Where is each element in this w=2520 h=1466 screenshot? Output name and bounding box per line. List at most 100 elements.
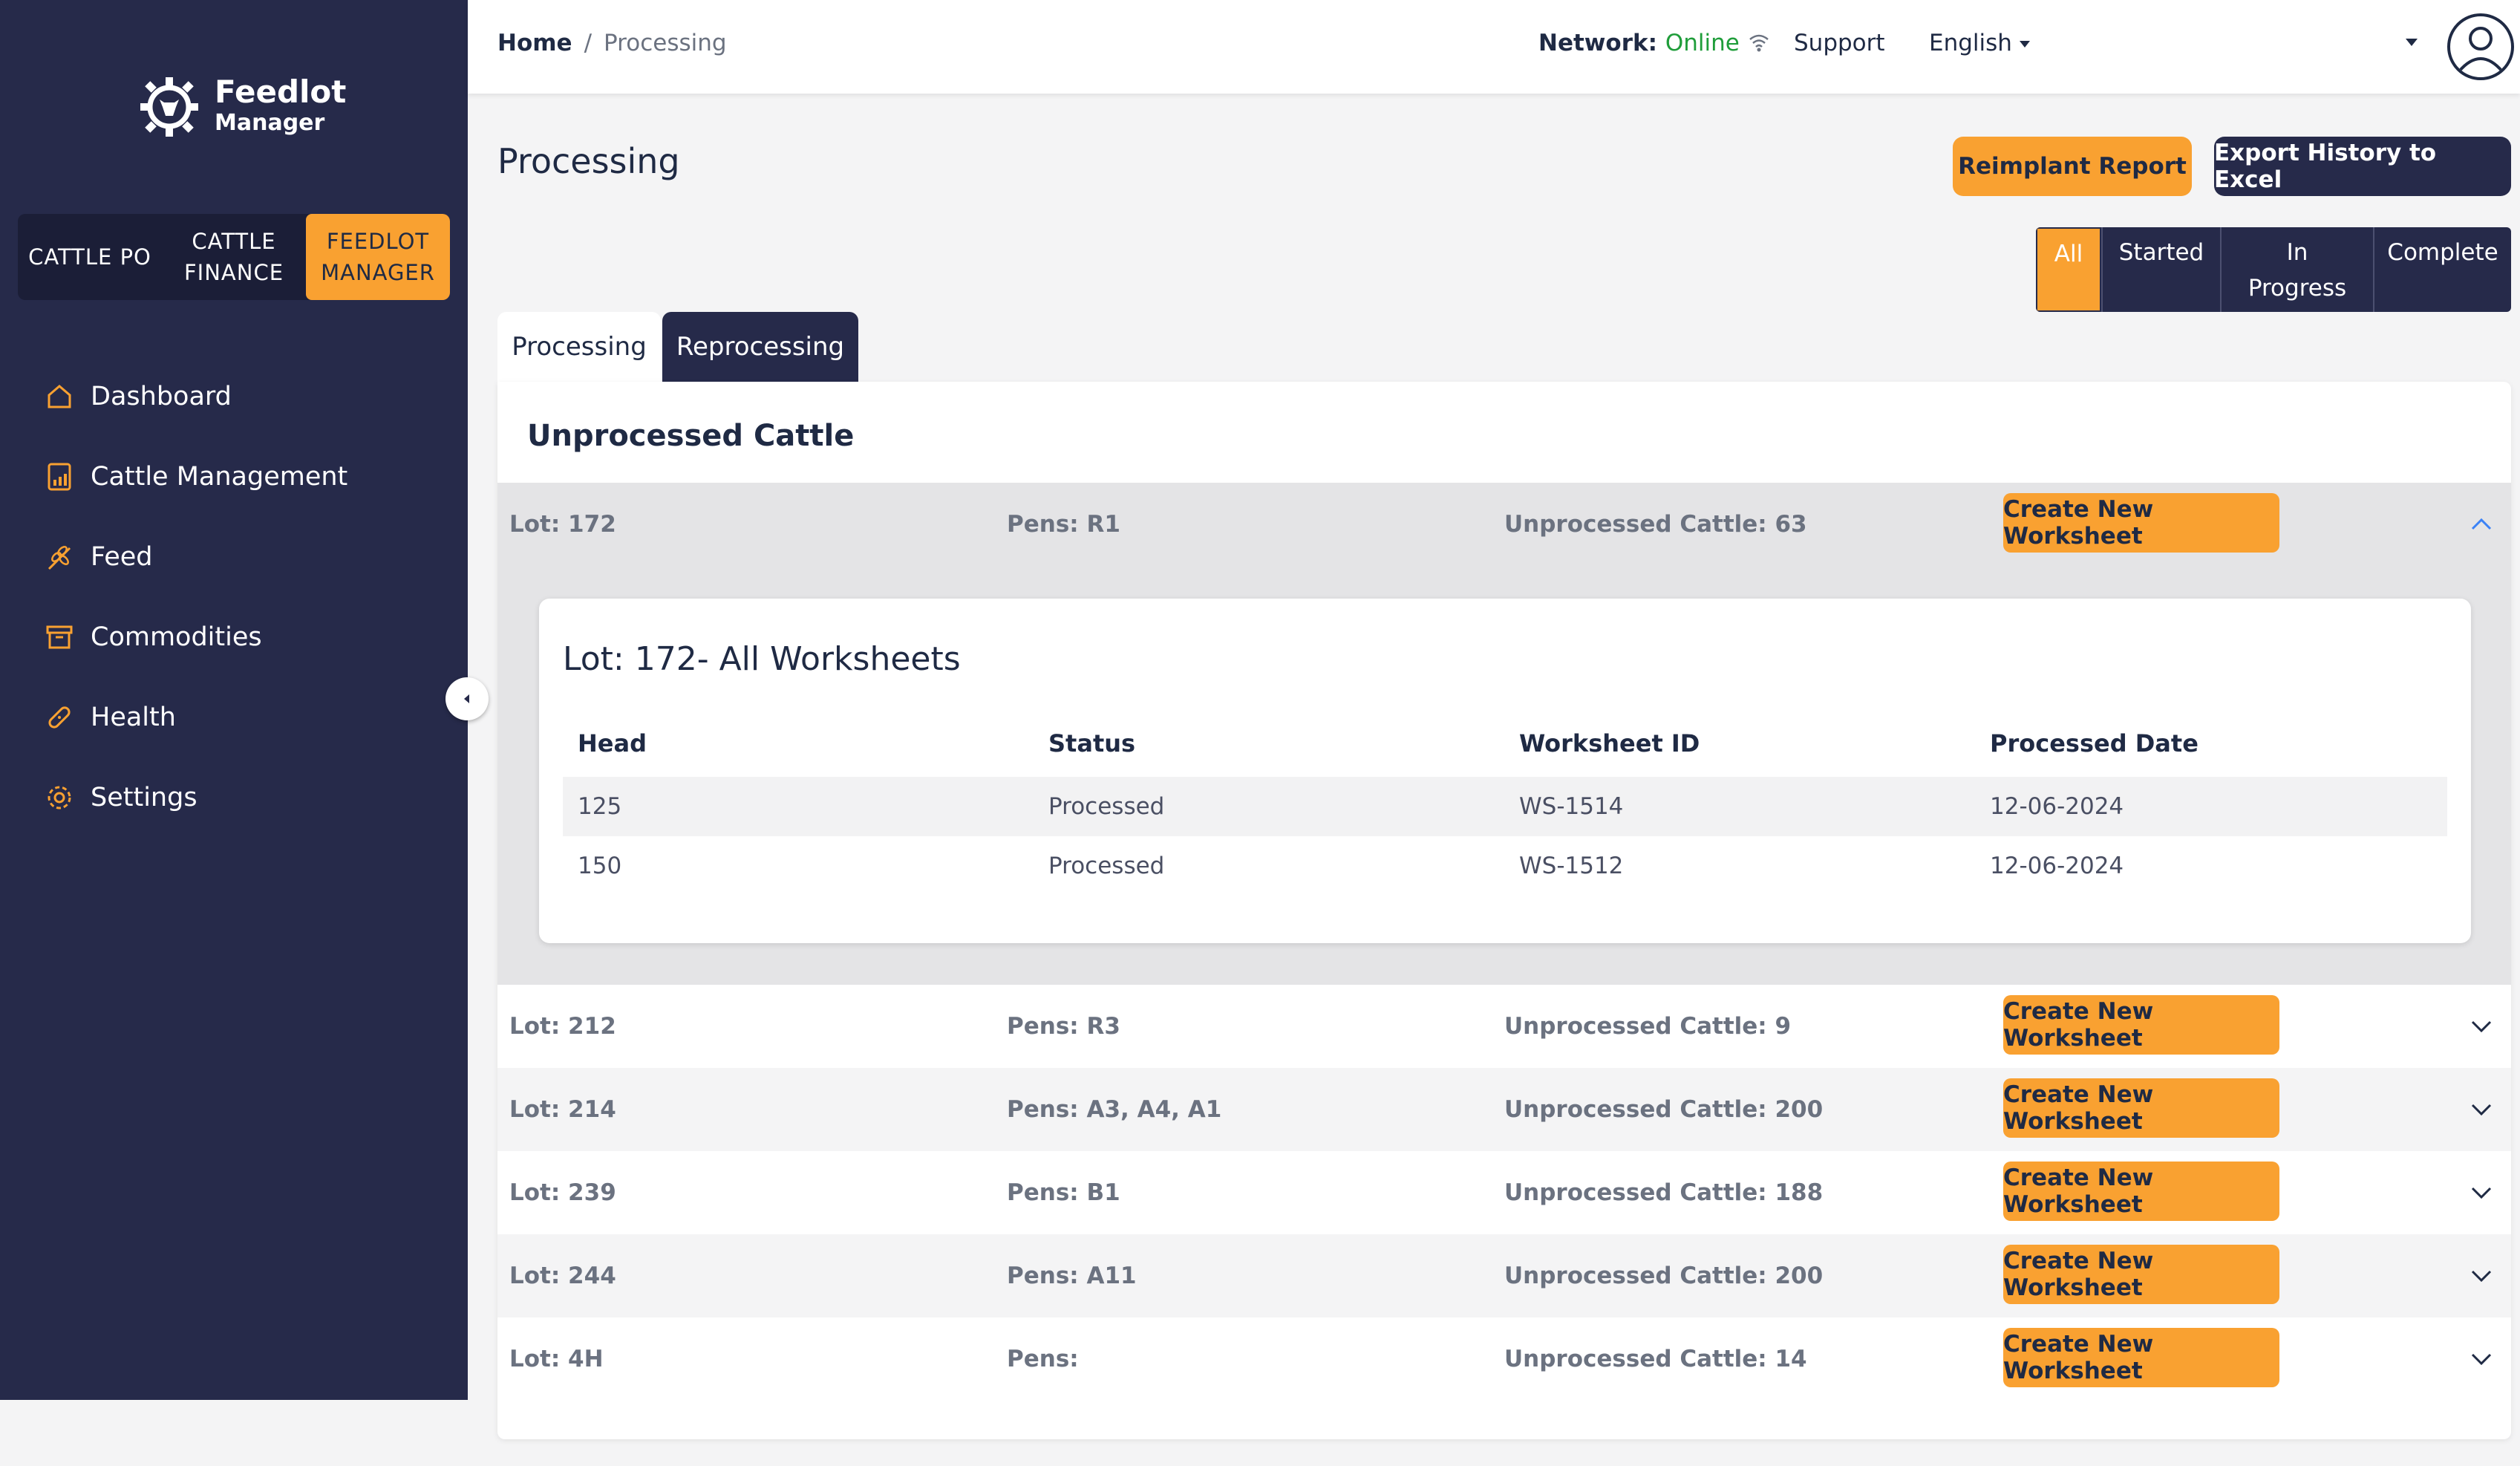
create-new-worksheet-button[interactable]: Create New Worksheet bbox=[2003, 1328, 2279, 1387]
table-row[interactable]: 125 Processed WS-1514 12-06-2024 bbox=[563, 777, 2447, 836]
sidebar-item-settings[interactable]: Settings bbox=[45, 758, 445, 838]
breadcrumb: Home / Processing bbox=[497, 30, 727, 56]
lot-unprocessed-count: Unprocessed Cattle: 63 bbox=[1504, 511, 1807, 538]
lot-pens: Pens: bbox=[1007, 1346, 1079, 1372]
lot-number: Lot: 172 bbox=[509, 511, 616, 538]
lot-pens: Pens: B1 bbox=[1007, 1179, 1120, 1206]
sidebar-collapse-button[interactable] bbox=[445, 677, 489, 720]
lot-pens: Pens: A11 bbox=[1007, 1263, 1137, 1289]
sidebar-item-health[interactable]: Health bbox=[45, 677, 445, 758]
cell-worksheet-id: WS-1514 bbox=[1519, 793, 1624, 820]
switch-feedlot-manager[interactable]: FEEDLOT MANAGER bbox=[306, 214, 450, 300]
worksheets-title: Lot: 172- All Worksheets bbox=[563, 640, 961, 678]
lot-number: Lot: 4H bbox=[509, 1346, 604, 1372]
sidebar-item-label: Settings bbox=[91, 783, 198, 812]
create-new-worksheet-button[interactable]: Create New Worksheet bbox=[2003, 493, 2279, 553]
breadcrumb-home-link[interactable]: Home bbox=[497, 30, 572, 56]
network-status: Network: Online bbox=[1538, 30, 1770, 56]
sidebar-item-label: Commodities bbox=[91, 622, 262, 652]
switch-cattle-po[interactable]: CATTLE PO bbox=[18, 214, 162, 300]
cell-head: 125 bbox=[578, 793, 622, 820]
filter-all[interactable]: All bbox=[2036, 227, 2101, 312]
lot-expanded-panel: Lot: 172- All Worksheets Head Status Wor… bbox=[497, 566, 2511, 985]
lot-row[interactable]: Lot: 239 Pens: B1 Unprocessed Cattle: 18… bbox=[497, 1151, 2511, 1234]
create-new-worksheet-button[interactable]: Create New Worksheet bbox=[2003, 1245, 2279, 1304]
page-title: Processing bbox=[497, 141, 680, 181]
sidebar-item-feed[interactable]: Feed bbox=[45, 517, 445, 597]
sidebar-nav: Dashboard Cattle Management Feed Commodi… bbox=[45, 356, 445, 838]
top-header: Home / Processing Network: Online Suppor… bbox=[468, 0, 2520, 94]
lot-number: Lot: 214 bbox=[509, 1096, 616, 1123]
sidebar-item-commodities[interactable]: Commodities bbox=[45, 597, 445, 677]
cell-worksheet-id: WS-1512 bbox=[1519, 853, 1624, 879]
table-row[interactable]: 150 Processed WS-1512 12-06-2024 bbox=[563, 836, 2447, 896]
sidebar-item-label: Dashboard bbox=[91, 382, 232, 411]
chevron-down-icon[interactable] bbox=[2470, 1098, 2493, 1121]
cell-head: 150 bbox=[578, 853, 622, 879]
box-icon bbox=[46, 625, 73, 649]
bandage-icon bbox=[48, 706, 71, 729]
breadcrumb-separator: / bbox=[584, 30, 593, 56]
filter-started[interactable]: Started bbox=[2101, 227, 2220, 312]
lot-row[interactable]: Lot: 4H Pens: Unprocessed Cattle: 14 Cre… bbox=[497, 1317, 2511, 1401]
home-icon bbox=[48, 385, 71, 408]
lot-number: Lot: 239 bbox=[509, 1179, 616, 1206]
tab-processing[interactable]: Processing bbox=[497, 312, 661, 382]
lot-row[interactable]: Lot: 172 Pens: R1 Unprocessed Cattle: 63… bbox=[497, 483, 2511, 566]
create-new-worksheet-button[interactable]: Create New Worksheet bbox=[2003, 1162, 2279, 1221]
chart-tablet-icon bbox=[48, 463, 71, 491]
status-filter-group: All Started In Progress Complete bbox=[2036, 227, 2511, 312]
brand-subtitle: Manager bbox=[215, 110, 325, 136]
lot-number: Lot: 244 bbox=[509, 1263, 616, 1289]
chevron-down-icon[interactable] bbox=[2470, 1181, 2493, 1205]
lot-pens: Pens: A3, A4, A1 bbox=[1007, 1096, 1222, 1123]
caret-left-icon bbox=[464, 694, 469, 703]
lot-unprocessed-count: Unprocessed Cattle: 9 bbox=[1504, 1013, 1792, 1040]
user-avatar[interactable] bbox=[2447, 13, 2514, 80]
create-new-worksheet-button[interactable]: Create New Worksheet bbox=[2003, 995, 2279, 1055]
chevron-up-icon[interactable] bbox=[2470, 512, 2493, 536]
lot-number: Lot: 212 bbox=[509, 1013, 616, 1040]
export-history-button[interactable]: Export History to Excel bbox=[2214, 137, 2511, 196]
lot-unprocessed-count: Unprocessed Cattle: 200 bbox=[1504, 1263, 1824, 1289]
network-online-text: Online bbox=[1665, 30, 1740, 56]
filter-in-progress[interactable]: In Progress bbox=[2220, 227, 2373, 312]
switch-cattle-finance[interactable]: CATTLE FINANCE bbox=[162, 214, 306, 300]
lot-pens: Pens: R3 bbox=[1007, 1013, 1120, 1040]
brand-logo[interactable]: Feedlot Manager bbox=[137, 71, 346, 140]
create-new-worksheet-button[interactable]: Create New Worksheet bbox=[2003, 1078, 2279, 1138]
support-link[interactable]: Support bbox=[1794, 30, 1885, 56]
app-switcher: CATTLE PO CATTLE FINANCE FEEDLOT MANAGER bbox=[18, 214, 450, 300]
sidebar-item-label: Feed bbox=[91, 542, 153, 572]
wifi-icon bbox=[1749, 34, 1769, 52]
cell-processed-date: 12-06-2024 bbox=[1990, 793, 2124, 820]
filter-complete[interactable]: Complete bbox=[2373, 227, 2511, 312]
cow-gear-logo-icon bbox=[137, 71, 201, 140]
cell-status: Processed bbox=[1048, 853, 1165, 879]
sidebar-item-label: Cattle Management bbox=[91, 462, 348, 492]
sidebar-item-cattle-management[interactable]: Cattle Management bbox=[45, 437, 445, 517]
language-dropdown[interactable]: English bbox=[1929, 30, 2030, 56]
column-header-processed-date: Processed Date bbox=[1990, 729, 2199, 758]
column-header-head: Head bbox=[578, 729, 647, 758]
tab-reprocessing[interactable]: Reprocessing bbox=[662, 312, 858, 382]
sidebar-item-label: Health bbox=[91, 703, 176, 732]
lot-row[interactable]: Lot: 212 Pens: R3 Unprocessed Cattle: 9 … bbox=[497, 985, 2511, 1068]
wheat-icon bbox=[48, 546, 71, 570]
reimplant-report-button[interactable]: Reimplant Report bbox=[1953, 137, 2192, 196]
chevron-down-icon[interactable] bbox=[2470, 1347, 2493, 1371]
network-label: Network: bbox=[1538, 30, 1658, 56]
lot-unprocessed-count: Unprocessed Cattle: 14 bbox=[1504, 1346, 1807, 1372]
lot-row[interactable]: Lot: 244 Pens: A11 Unprocessed Cattle: 2… bbox=[497, 1234, 2511, 1317]
breadcrumb-current: Processing bbox=[604, 30, 727, 56]
chevron-down-icon[interactable] bbox=[2470, 1014, 2493, 1038]
user-icon bbox=[2458, 27, 2504, 73]
section-title: Unprocessed Cattle bbox=[527, 419, 855, 453]
brand-title: Feedlot bbox=[215, 74, 347, 110]
sidebar-item-dashboard[interactable]: Dashboard bbox=[45, 356, 445, 437]
worksheets-card: Lot: 172- All Worksheets Head Status Wor… bbox=[539, 599, 2471, 943]
column-header-worksheet-id: Worksheet ID bbox=[1519, 729, 1700, 758]
user-menu-caret-icon[interactable] bbox=[2406, 39, 2418, 46]
lot-row[interactable]: Lot: 214 Pens: A3, A4, A1 Unprocessed Ca… bbox=[497, 1068, 2511, 1151]
chevron-down-icon[interactable] bbox=[2470, 1264, 2493, 1288]
